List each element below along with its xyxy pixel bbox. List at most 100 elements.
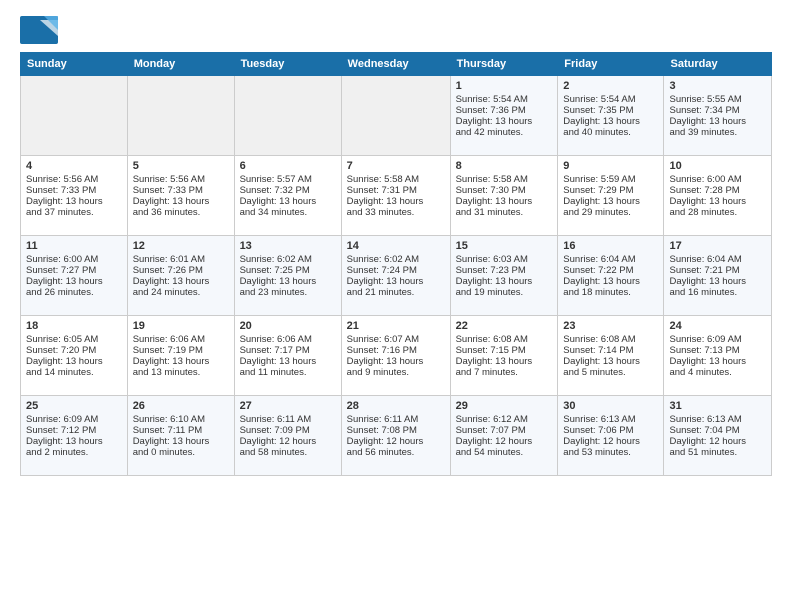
day-info-line: and 13 minutes. <box>133 367 229 378</box>
day-info-line: and 36 minutes. <box>133 207 229 218</box>
calendar-cell: 26Sunrise: 6:10 AMSunset: 7:11 PMDayligh… <box>127 396 234 476</box>
calendar-cell: 23Sunrise: 6:08 AMSunset: 7:14 PMDayligh… <box>558 316 664 396</box>
calendar-cell: 27Sunrise: 6:11 AMSunset: 7:09 PMDayligh… <box>234 396 341 476</box>
calendar-cell <box>234 76 341 156</box>
day-number: 30 <box>563 400 658 412</box>
day-number: 4 <box>26 160 122 172</box>
calendar-cell: 5Sunrise: 5:56 AMSunset: 7:33 PMDaylight… <box>127 156 234 236</box>
day-info-line: and 42 minutes. <box>456 127 553 138</box>
day-info-line: Daylight: 13 hours <box>456 276 553 287</box>
day-number: 28 <box>347 400 445 412</box>
day-info-line: Sunset: 7:33 PM <box>133 185 229 196</box>
day-header-wednesday: Wednesday <box>341 53 450 76</box>
day-info-line: Sunrise: 6:02 AM <box>240 254 336 265</box>
day-info-line: Sunrise: 6:11 AM <box>347 414 445 425</box>
day-info-line: Sunset: 7:08 PM <box>347 425 445 436</box>
day-info-line: Sunset: 7:23 PM <box>456 265 553 276</box>
calendar-cell: 11Sunrise: 6:00 AMSunset: 7:27 PMDayligh… <box>21 236 128 316</box>
day-info-line: Sunset: 7:35 PM <box>563 105 658 116</box>
day-number: 8 <box>456 160 553 172</box>
day-info-line: and 16 minutes. <box>669 287 766 298</box>
day-header-monday: Monday <box>127 53 234 76</box>
day-info-line: Sunrise: 6:12 AM <box>456 414 553 425</box>
day-info-line: and 31 minutes. <box>456 207 553 218</box>
day-info-line: Daylight: 13 hours <box>669 196 766 207</box>
day-info-line: Sunrise: 6:00 AM <box>669 174 766 185</box>
day-info-line: Sunset: 7:29 PM <box>563 185 658 196</box>
calendar-header-row: SundayMondayTuesdayWednesdayThursdayFrid… <box>21 53 772 76</box>
day-info-line: and 18 minutes. <box>563 287 658 298</box>
day-info-line: Sunset: 7:24 PM <box>347 265 445 276</box>
day-info-line: and 19 minutes. <box>456 287 553 298</box>
day-number: 25 <box>26 400 122 412</box>
day-info-line: and 40 minutes. <box>563 127 658 138</box>
week-row-4: 18Sunrise: 6:05 AMSunset: 7:20 PMDayligh… <box>21 316 772 396</box>
day-number: 17 <box>669 240 766 252</box>
day-info-line: Daylight: 13 hours <box>133 196 229 207</box>
day-info-line: Sunset: 7:26 PM <box>133 265 229 276</box>
day-info-line: Daylight: 12 hours <box>669 436 766 447</box>
day-info-line: Daylight: 13 hours <box>133 356 229 367</box>
day-number: 10 <box>669 160 766 172</box>
calendar-cell: 14Sunrise: 6:02 AMSunset: 7:24 PMDayligh… <box>341 236 450 316</box>
day-number: 18 <box>26 320 122 332</box>
calendar-cell: 10Sunrise: 6:00 AMSunset: 7:28 PMDayligh… <box>664 156 772 236</box>
day-number: 29 <box>456 400 553 412</box>
day-number: 12 <box>133 240 229 252</box>
calendar-body: 1Sunrise: 5:54 AMSunset: 7:36 PMDaylight… <box>21 76 772 476</box>
calendar-cell: 1Sunrise: 5:54 AMSunset: 7:36 PMDaylight… <box>450 76 558 156</box>
day-info-line: and 54 minutes. <box>456 447 553 458</box>
day-number: 24 <box>669 320 766 332</box>
logo-icon <box>20 16 58 44</box>
calendar-cell: 17Sunrise: 6:04 AMSunset: 7:21 PMDayligh… <box>664 236 772 316</box>
day-number: 2 <box>563 80 658 92</box>
day-info-line: Daylight: 13 hours <box>26 196 122 207</box>
day-info-line: and 11 minutes. <box>240 367 336 378</box>
day-number: 23 <box>563 320 658 332</box>
day-info-line: Daylight: 13 hours <box>456 116 553 127</box>
day-info-line: Daylight: 13 hours <box>133 436 229 447</box>
page-header <box>20 16 772 44</box>
calendar-cell: 22Sunrise: 6:08 AMSunset: 7:15 PMDayligh… <box>450 316 558 396</box>
day-info-line: Sunset: 7:36 PM <box>456 105 553 116</box>
day-number: 20 <box>240 320 336 332</box>
calendar-cell: 7Sunrise: 5:58 AMSunset: 7:31 PMDaylight… <box>341 156 450 236</box>
day-number: 21 <box>347 320 445 332</box>
day-info-line: Daylight: 13 hours <box>240 276 336 287</box>
day-info-line: Daylight: 13 hours <box>563 196 658 207</box>
day-info-line: Daylight: 12 hours <box>456 436 553 447</box>
calendar-cell: 29Sunrise: 6:12 AMSunset: 7:07 PMDayligh… <box>450 396 558 476</box>
calendar-cell <box>21 76 128 156</box>
day-header-friday: Friday <box>558 53 664 76</box>
day-info-line: Daylight: 12 hours <box>563 436 658 447</box>
day-number: 7 <box>347 160 445 172</box>
day-info-line: and 14 minutes. <box>26 367 122 378</box>
day-header-tuesday: Tuesday <box>234 53 341 76</box>
week-row-1: 1Sunrise: 5:54 AMSunset: 7:36 PMDaylight… <box>21 76 772 156</box>
day-info-line: Daylight: 13 hours <box>240 356 336 367</box>
calendar-cell: 28Sunrise: 6:11 AMSunset: 7:08 PMDayligh… <box>341 396 450 476</box>
day-info-line: Daylight: 13 hours <box>133 276 229 287</box>
day-info-line: Daylight: 13 hours <box>669 276 766 287</box>
day-info-line: Sunrise: 6:02 AM <box>347 254 445 265</box>
day-number: 1 <box>456 80 553 92</box>
day-info-line: Sunrise: 5:55 AM <box>669 94 766 105</box>
logo <box>20 16 62 44</box>
day-info-line: Sunset: 7:30 PM <box>456 185 553 196</box>
calendar-table: SundayMondayTuesdayWednesdayThursdayFrid… <box>20 52 772 476</box>
day-info-line: and 2 minutes. <box>26 447 122 458</box>
day-info-line: and 58 minutes. <box>240 447 336 458</box>
day-info-line: and 5 minutes. <box>563 367 658 378</box>
day-info-line: Sunrise: 6:04 AM <box>669 254 766 265</box>
day-info-line: Sunset: 7:09 PM <box>240 425 336 436</box>
day-info-line: Sunrise: 6:07 AM <box>347 334 445 345</box>
day-info-line: Daylight: 13 hours <box>26 436 122 447</box>
day-info-line: Sunset: 7:12 PM <box>26 425 122 436</box>
day-number: 31 <box>669 400 766 412</box>
day-info-line: Sunrise: 6:09 AM <box>669 334 766 345</box>
day-info-line: Sunrise: 5:58 AM <box>456 174 553 185</box>
day-info-line: Sunset: 7:17 PM <box>240 345 336 356</box>
day-info-line: Daylight: 13 hours <box>456 196 553 207</box>
calendar-cell: 8 Sunrise: 5:58 AMSunset: 7:30 PMDaylight… <box>450 156 558 236</box>
day-info-line: and 9 minutes. <box>347 367 445 378</box>
